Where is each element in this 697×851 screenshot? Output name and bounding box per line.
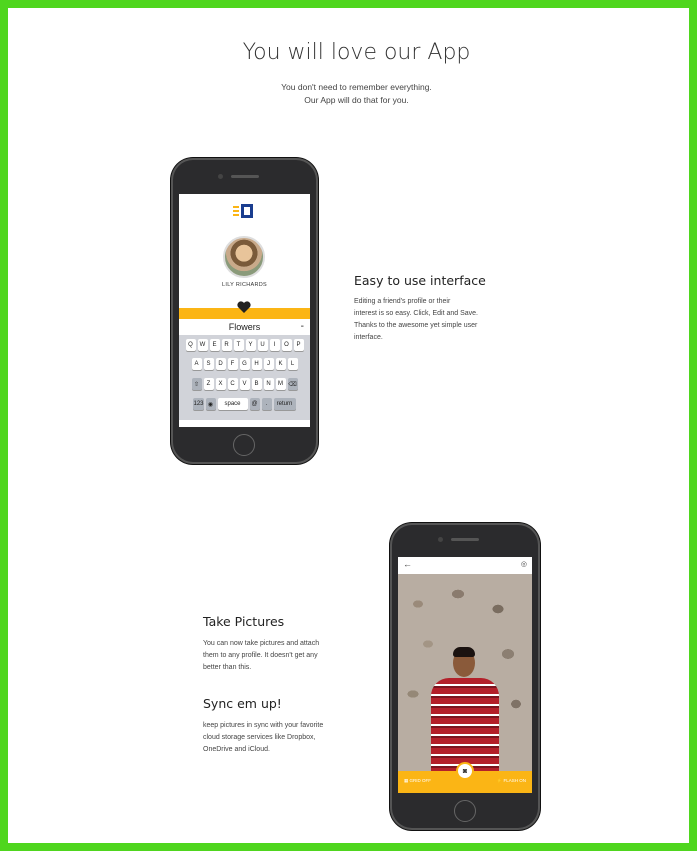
switch-camera-icon[interactable]: ◎ bbox=[521, 560, 527, 568]
keyboard-row-1: QWERTYUIOP bbox=[179, 339, 310, 351]
feature-title-pictures: Take Pictures bbox=[203, 614, 285, 629]
speaker-grille bbox=[451, 538, 479, 541]
back-arrow-icon[interactable]: ← bbox=[403, 559, 412, 569]
phone-screen-camera: ← ◎ ▦ GRID OFF ⚡ FLASH ON ◙ bbox=[398, 557, 532, 793]
keyboard-key[interactable]: R bbox=[221, 339, 232, 351]
keyboard-key[interactable]: S bbox=[203, 358, 214, 370]
keyboard-key[interactable]: W bbox=[197, 339, 208, 351]
keyboard-key[interactable]: Q bbox=[185, 339, 196, 351]
page-subtitle: You don't need to remember everything. O… bbox=[8, 81, 697, 107]
keyboard-key[interactable]: O bbox=[281, 339, 292, 351]
home-button bbox=[233, 434, 255, 456]
keyboard-key[interactable]: A bbox=[191, 358, 202, 370]
keyboard-key[interactable]: I bbox=[269, 339, 280, 351]
keyboard-key[interactable]: J bbox=[263, 358, 274, 370]
keyboard-key[interactable]: . bbox=[261, 398, 272, 410]
heart-icon[interactable] bbox=[237, 301, 251, 313]
feature-body-line: Thanks to the awesome yet simple user bbox=[354, 322, 478, 329]
keyboard-key[interactable]: H bbox=[251, 358, 262, 370]
keyboard-key[interactable]: space bbox=[217, 398, 248, 410]
phone-mockup-camera: ← ◎ ▦ GRID OFF ⚡ FLASH ON ◙ bbox=[390, 523, 540, 830]
keyboard-key[interactable]: E bbox=[209, 339, 220, 351]
interest-label: Flowers bbox=[228, 322, 261, 332]
keyboard-key[interactable]: P bbox=[293, 339, 304, 351]
camera-preview bbox=[398, 574, 532, 771]
front-camera-icon bbox=[218, 174, 223, 179]
keyboard-key[interactable]: V bbox=[239, 378, 250, 390]
camera-top-bar: ← ◎ bbox=[398, 557, 532, 574]
keyboard-key[interactable]: G bbox=[239, 358, 250, 370]
feature-body-line: better than this. bbox=[203, 664, 252, 671]
feature-body-line: keep pictures in sync with your favorite bbox=[203, 722, 324, 729]
feature-body-interface: Editing a friend's profile or their inte… bbox=[354, 296, 524, 344]
keyboard-key[interactable]: T bbox=[233, 339, 244, 351]
person-shirt bbox=[431, 678, 499, 771]
keyboard-key[interactable]: K bbox=[275, 358, 286, 370]
keyboard-key[interactable]: B bbox=[251, 378, 262, 390]
profile-name: LILY RICHARDS bbox=[222, 282, 267, 288]
keyboard-key[interactable]: ◉ bbox=[205, 398, 216, 410]
keyboard-key[interactable]: N bbox=[263, 378, 274, 390]
phone-screen-profile: LILY RICHARDS Flowers - QWERTYUIOP ASDFG… bbox=[179, 194, 310, 427]
speaker-grille bbox=[231, 175, 259, 178]
keyboard-key[interactable]: M bbox=[275, 378, 286, 390]
keyboard-row-2: ASDFGHJKL bbox=[179, 358, 310, 370]
feature-body-line: them to any profile. It doesn't get any bbox=[203, 652, 318, 659]
keyboard-key[interactable]: return bbox=[273, 398, 296, 410]
keyboard-key[interactable]: ⇧ bbox=[191, 378, 202, 390]
keyboard-key[interactable]: C bbox=[227, 378, 238, 390]
phone-mockup-profile: LILY RICHARDS Flowers - QWERTYUIOP ASDFG… bbox=[171, 158, 318, 464]
feature-title-sync: Sync em up! bbox=[203, 696, 282, 711]
keyboard-key[interactable]: Y bbox=[245, 339, 256, 351]
page-title: You will love our App bbox=[242, 40, 471, 65]
feature-body-line: cloud storage services like Dropbox, bbox=[203, 734, 316, 741]
app-logo-icon bbox=[233, 204, 253, 218]
keyboard-key[interactable]: D bbox=[215, 358, 226, 370]
feature-body-line: interest is so easy. Click, Edit and Sav… bbox=[354, 310, 478, 317]
shutter-button[interactable]: ◙ bbox=[456, 762, 474, 780]
subtitle-line-1: You don't need to remember everything. bbox=[281, 82, 432, 92]
feature-body-line: You can now take pictures and attach bbox=[203, 640, 320, 647]
keyboard-key[interactable]: 123 bbox=[193, 398, 204, 410]
grid-toggle-button[interactable]: ▦ GRID OFF bbox=[404, 778, 431, 784]
keyboard-row-4: 123 ◉ space @. return bbox=[179, 398, 310, 410]
keyboard-row-3: ⇧ Z X C V B N M ⌫ bbox=[179, 378, 310, 390]
feature-body-sync: keep pictures in sync with your favorite… bbox=[203, 720, 373, 756]
subtitle-line-2: Our App will do that for you. bbox=[304, 95, 409, 105]
camera-icon: ◙ bbox=[462, 767, 468, 775]
flash-toggle-button[interactable]: ⚡ FLASH ON bbox=[497, 778, 526, 784]
keyboard-key[interactable]: ⌫ bbox=[287, 378, 298, 390]
interest-item[interactable]: Flowers - bbox=[179, 319, 310, 335]
feature-title-interface: Easy to use interface bbox=[354, 273, 486, 288]
keyboard-key[interactable]: F bbox=[227, 358, 238, 370]
keyboard-key[interactable]: X bbox=[215, 378, 226, 390]
remove-interest-button[interactable]: - bbox=[301, 319, 304, 335]
keyboard-key[interactable]: Z bbox=[203, 378, 214, 390]
on-screen-keyboard: QWERTYUIOP ASDFGHJKL ⇧ Z X C V B N M ⌫ 123 ◉ space… bbox=[179, 335, 310, 420]
front-camera-icon bbox=[438, 537, 443, 542]
feature-body-line: Editing a friend's profile or their bbox=[354, 298, 451, 305]
person-hair bbox=[453, 647, 475, 657]
home-button bbox=[454, 800, 476, 822]
keyboard-key[interactable]: L bbox=[287, 358, 298, 370]
avatar[interactable] bbox=[223, 236, 265, 278]
feature-body-line: OneDrive and iCloud. bbox=[203, 746, 270, 753]
feature-body-line: interface. bbox=[354, 334, 383, 341]
feature-body-pictures: You can now take pictures and attach the… bbox=[203, 638, 373, 674]
keyboard-key[interactable]: @ bbox=[249, 398, 260, 410]
keyboard-key[interactable]: U bbox=[257, 339, 268, 351]
